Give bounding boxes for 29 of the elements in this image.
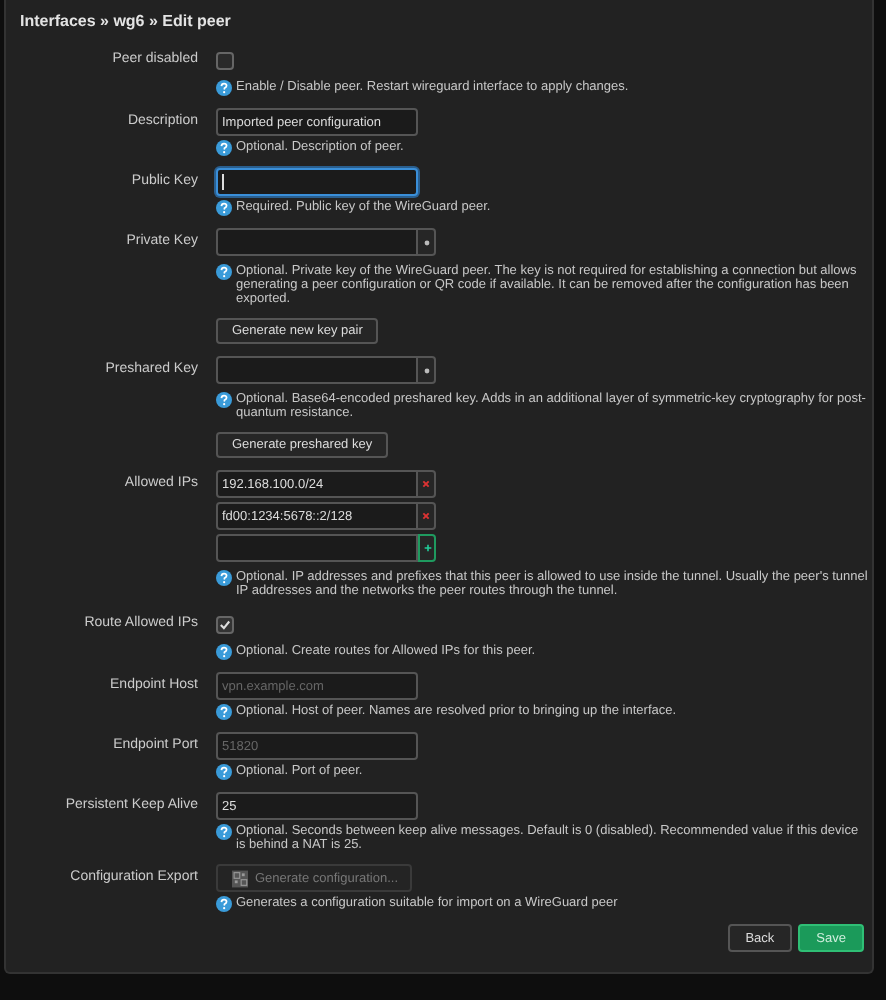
- password-field[interactable]: [216, 356, 418, 384]
- close-icon: [422, 512, 430, 520]
- help-icon: [216, 140, 232, 156]
- help-icon: [216, 896, 232, 912]
- checkbox[interactable]: [216, 616, 234, 634]
- remove-button[interactable]: [418, 470, 436, 498]
- reveal-button[interactable]: [418, 228, 436, 256]
- close-icon: [422, 480, 430, 488]
- remove-button[interactable]: [418, 502, 436, 530]
- help-icon: [216, 764, 232, 780]
- plus-icon: [423, 544, 431, 552]
- checkbox[interactable]: [216, 52, 234, 70]
- dot-icon: [423, 239, 429, 245]
- ip-field[interactable]: [216, 534, 418, 562]
- help-icon: [216, 704, 232, 720]
- help-icon: [216, 824, 232, 840]
- help-icon: [216, 200, 232, 216]
- help-icon: [216, 392, 232, 408]
- text-field[interactable]: [216, 168, 418, 196]
- reveal-button[interactable]: [418, 356, 436, 384]
- qr-icon: [232, 867, 249, 889]
- password-field[interactable]: [216, 228, 418, 256]
- help-icon: [216, 644, 232, 660]
- help-icon: [216, 80, 232, 96]
- add-button[interactable]: [418, 534, 436, 562]
- dialog-title: Interfaces » wg6 » Edit peer: [20, 10, 233, 34]
- dot-icon: [423, 367, 429, 373]
- help-icon: [216, 570, 232, 586]
- help-icon: [216, 264, 232, 280]
